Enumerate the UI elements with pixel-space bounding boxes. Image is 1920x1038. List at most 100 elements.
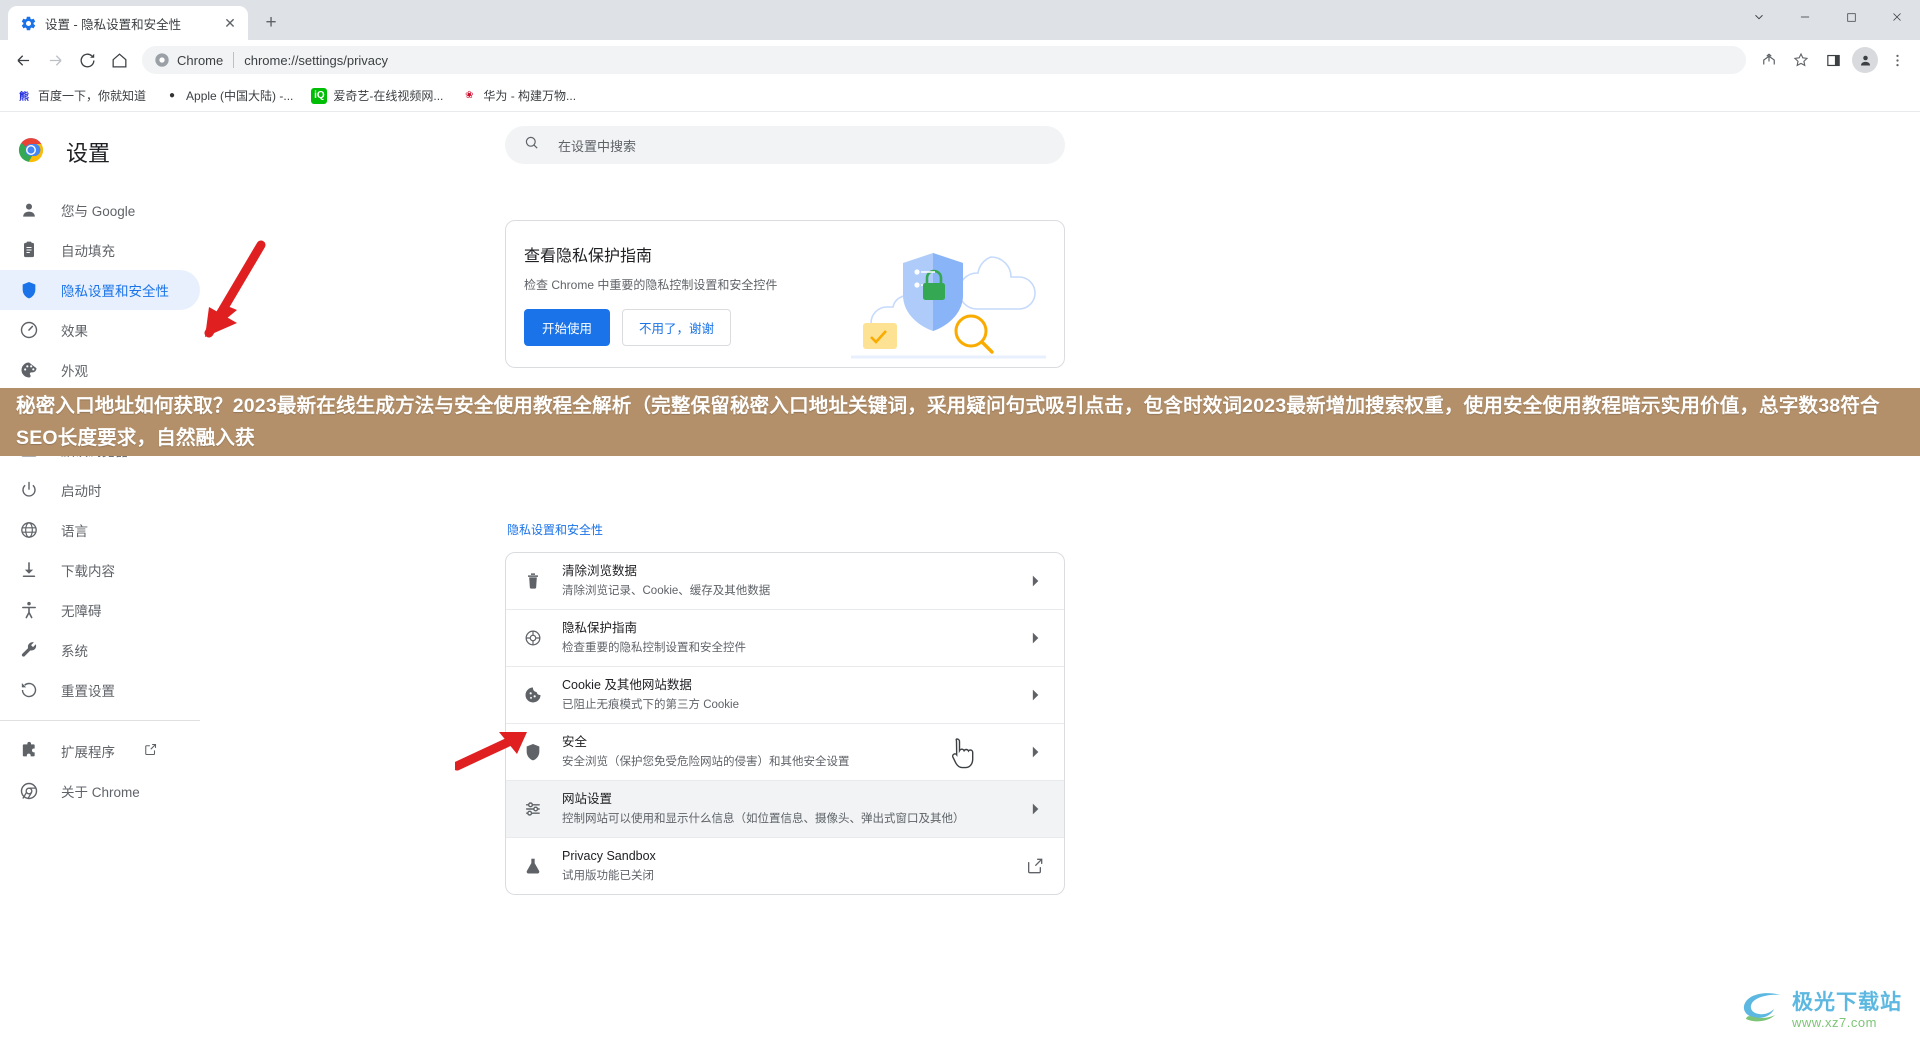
sidebar-item-10[interactable]: 无障碍 [0,590,200,630]
privacy-guide-card: 查看隐私保护指南 检查 Chrome 中重要的隐私控制设置和安全控件 开始使用 … [505,220,1065,368]
reload-icon[interactable] [72,45,102,75]
chrome-icon [19,781,39,801]
new-tab-button[interactable]: + [256,8,286,38]
bookmark-label: 华为 - 构建万物... [483,87,576,104]
toolbar-right-actions [1754,45,1912,75]
globe-icon [19,520,39,540]
sidebar-item-8[interactable]: 语言 [0,510,200,550]
sidebar-item-12[interactable]: 重置设置 [0,670,200,710]
bookmark-star-icon[interactable] [1786,45,1816,75]
chrome-icon [154,52,170,68]
chrome-menu-icon[interactable] [1882,45,1912,75]
tab-search-chevron-down-icon[interactable] [1736,0,1782,34]
sidebar-bottom-item-1[interactable]: 关于 Chrome [0,771,200,811]
home-icon[interactable] [104,45,134,75]
bookmark-label: Apple (中国大陆) -... [186,87,293,104]
browser-toolbar: Chrome chrome://settings/privacy [0,40,1920,80]
sidebar-bottom-item-0[interactable]: 扩展程序 [0,731,200,771]
iqiyi-icon: iQ [311,88,327,104]
sidebar-item-label: 关于 Chrome [61,781,140,801]
overlay-banner: 秘密入口地址如何获取？2023最新在线生成方法与安全使用教程全解析（完整保留秘密… [0,388,1920,456]
chevron-right-icon[interactable] [1024,685,1046,705]
sidebar-item-0[interactable]: 您与 Google [0,190,200,230]
share-icon[interactable] [1754,45,1784,75]
minimize-button[interactable] [1782,0,1828,34]
privacy-row-4[interactable]: 网站设置控制网站可以使用和显示什么信息（如位置信息、摄像头、弹出式窗口及其他） [506,781,1064,838]
sliders-icon [522,798,544,820]
accessibility-icon [19,600,39,620]
sidebar-nav-bottom: 扩展程序关于 Chrome [0,731,260,811]
privacy-row-5[interactable]: Privacy Sandbox试用版功能已关闭 [506,838,1064,894]
sidebar-item-label: 重置设置 [61,680,115,700]
chrome-chip: Chrome [154,52,223,68]
sidebar-item-3[interactable]: 效果 [0,310,200,350]
search-row: 在设置中搜索 [260,112,1920,164]
site-watermark: 极光下载站 www.xz7.com [1740,991,1902,1030]
sidebar-item-label: 系统 [61,640,88,660]
tab-strip: 设置 - 隐私设置和安全性 ✕ + [0,0,1920,40]
bookmark-item[interactable]: ●Apple (中国大陆) -... [156,83,301,108]
extension-icon [19,741,39,761]
start-using-button[interactable]: 开始使用 [524,309,610,346]
sidebar-item-label: 启动时 [61,480,102,500]
sidebar-item-7[interactable]: 启动时 [0,470,200,510]
sidebar-item-2[interactable]: 隐私设置和安全性 [0,270,200,310]
address-bar[interactable]: Chrome chrome://settings/privacy [142,46,1746,74]
chevron-right-icon[interactable] [1024,799,1046,819]
sidebar-item-label: 您与 Google [61,200,135,220]
privacy-row-text: Privacy Sandbox试用版功能已关闭 [562,847,1006,885]
power-icon [19,480,39,500]
privacy-settings-list: 清除浏览数据清除浏览记录、Cookie、缓存及其他数据隐私保护指南检查重要的隐私… [505,552,1065,895]
chevron-right-icon[interactable] [1024,571,1046,591]
privacy-guide-copy: 查看隐私保护指南 检查 Chrome 中重要的隐私控制设置和安全控件 开始使用 … [506,242,836,346]
clipboard-icon [19,240,39,260]
no-thanks-button[interactable]: 不用了，谢谢 [622,309,731,346]
privacy-row-title: Privacy Sandbox [562,849,656,863]
privacy-row-title: 隐私保护指南 [562,621,637,635]
settings-sidebar: 设置 您与 Google自动填充隐私设置和安全性效果外观搜索引擎默认浏览器启动时… [0,112,260,1038]
chevron-right-icon[interactable] [1024,628,1046,648]
privacy-row-0[interactable]: 清除浏览数据清除浏览记录、Cookie、缓存及其他数据 [506,553,1064,610]
bookmark-item[interactable]: iQ爱奇艺-在线视频网... [303,83,451,108]
sidebar-item-label: 外观 [61,360,88,380]
privacy-guide-actions: 开始使用 不用了，谢谢 [524,309,836,346]
sidebar-item-4[interactable]: 外观 [0,350,200,390]
close-button[interactable] [1874,0,1920,34]
download-icon [19,560,39,580]
privacy-row-2[interactable]: Cookie 及其他网站数据已阻止无痕模式下的第三方 Cookie [506,667,1064,724]
shield-icon [19,280,39,300]
profile-avatar[interactable] [1850,45,1880,75]
settings-brand: 设置 [0,124,260,190]
bookmark-item[interactable]: ❀ 华为 - 构建万物... [453,83,584,108]
settings-main-column: 查看隐私保护指南 检查 Chrome 中重要的隐私控制设置和安全控件 开始使用 … [505,220,1065,895]
bookmarks-bar: 熊百度一下，你就知道●Apple (中国大陆) -...iQ爱奇艺-在线视频网.… [0,80,1920,112]
settings-page: 设置 您与 Google自动填充隐私设置和安全性效果外观搜索引擎默认浏览器启动时… [0,112,1920,1038]
sidebar-divider [0,720,200,721]
privacy-row-3[interactable]: 安全安全浏览（保护您免受危险网站的侵害）和其他安全设置 [506,724,1064,781]
sidebar-item-11[interactable]: 系统 [0,630,200,670]
sidebar-item-9[interactable]: 下载内容 [0,550,200,590]
person-icon [19,200,39,220]
side-panel-icon[interactable] [1818,45,1848,75]
privacy-row-1[interactable]: 隐私保护指南检查重要的隐私控制设置和安全控件 [506,610,1064,667]
privacy-row-subtitle: 已阻止无痕模式下的第三方 Cookie [562,699,739,711]
privacy-guide-illustration [841,227,1056,368]
privacy-row-text: Cookie 及其他网站数据已阻止无痕模式下的第三方 Cookie [562,676,1006,714]
settings-gear-icon [20,15,37,32]
privacy-row-title: 安全 [562,735,587,749]
search-input[interactable]: 在设置中搜索 [505,126,1065,164]
external-link-icon[interactable] [1024,856,1046,876]
browser-tab[interactable]: 设置 - 隐私设置和安全性 ✕ [8,6,248,40]
back-icon[interactable] [8,45,38,75]
huawei-icon: ❀ [461,88,477,104]
external-link-icon[interactable] [143,742,158,760]
sidebar-item-label: 效果 [61,320,88,340]
tab-close-icon[interactable]: ✕ [220,13,240,33]
chevron-right-icon[interactable] [1024,742,1046,762]
sidebar-item-1[interactable]: 自动填充 [0,230,200,270]
cookie-icon [522,684,544,706]
forward-icon[interactable] [40,45,70,75]
bookmark-item[interactable]: 熊百度一下，你就知道 [8,83,154,108]
maximize-button[interactable] [1828,0,1874,34]
chrome-chip-label: Chrome [177,53,223,68]
